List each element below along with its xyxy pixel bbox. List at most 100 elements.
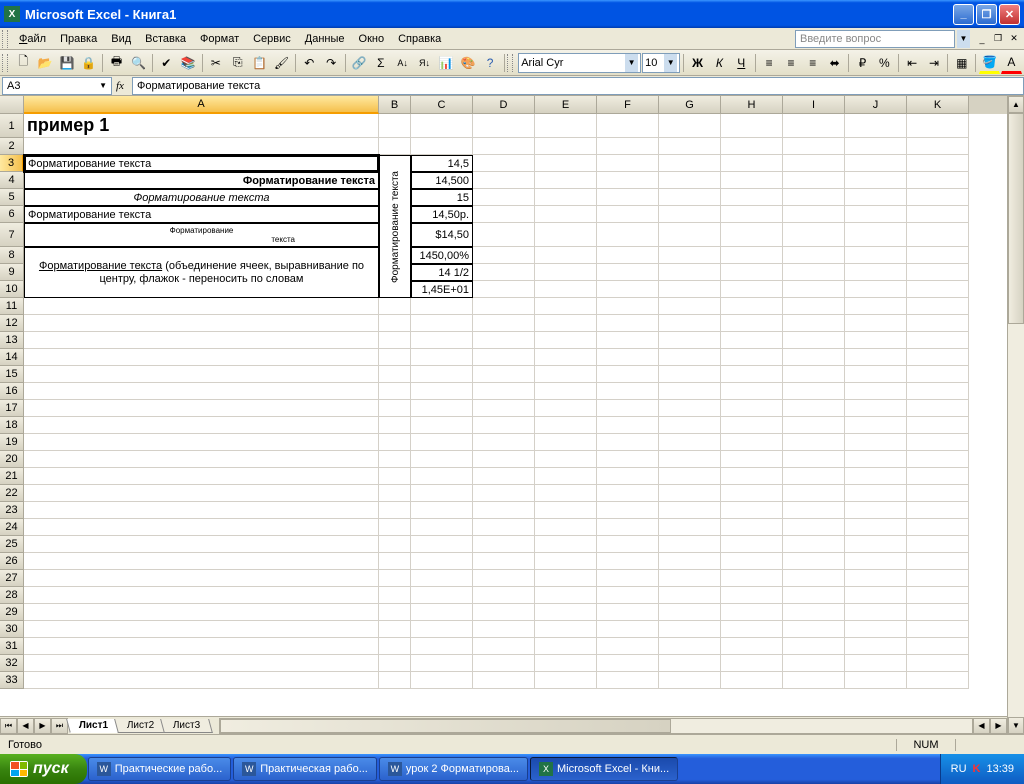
column-header-H[interactable]: H	[721, 96, 783, 114]
cell-G26[interactable]	[659, 553, 721, 570]
cell-H16[interactable]	[721, 383, 783, 400]
cell-F5[interactable]	[597, 189, 659, 206]
cell-E31[interactable]	[535, 638, 597, 655]
cell-F32[interactable]	[597, 655, 659, 672]
minimize-button[interactable]: _	[953, 4, 974, 25]
cell-H26[interactable]	[721, 553, 783, 570]
row-header-15[interactable]: 15	[0, 366, 24, 383]
row-header-2[interactable]: 2	[0, 138, 24, 155]
name-box[interactable]: A3▼	[2, 77, 112, 95]
cell-I25[interactable]	[783, 536, 845, 553]
cell-H22[interactable]	[721, 485, 783, 502]
scroll-up-button[interactable]: ▲	[1008, 96, 1024, 113]
row-header-13[interactable]: 13	[0, 332, 24, 349]
cell-F15[interactable]	[597, 366, 659, 383]
print-icon[interactable]: 🖶	[106, 52, 127, 74]
increase-indent-icon[interactable]: ⇥	[924, 52, 945, 74]
taskbar-item[interactable]: Wурок 2 Форматирова...	[379, 757, 528, 781]
cell-G18[interactable]	[659, 417, 721, 434]
cell-E33[interactable]	[535, 672, 597, 689]
cell-G5[interactable]	[659, 189, 721, 206]
cell-D19[interactable]	[473, 434, 535, 451]
cell-K31[interactable]	[907, 638, 969, 655]
cell-H10[interactable]	[721, 281, 783, 298]
cell-K5[interactable]	[907, 189, 969, 206]
cell-K8[interactable]	[907, 247, 969, 264]
scroll-left-button[interactable]: ◀	[973, 718, 990, 734]
cell-H12[interactable]	[721, 315, 783, 332]
cell-J25[interactable]	[845, 536, 907, 553]
autosum-icon[interactable]: Σ	[370, 52, 391, 74]
fx-icon[interactable]: fx	[112, 80, 132, 92]
cell-I13[interactable]	[783, 332, 845, 349]
cell-F1[interactable]	[597, 114, 659, 138]
cell-D7[interactable]	[473, 223, 535, 247]
align-right-icon[interactable]: ≡	[802, 52, 823, 74]
cell-A4[interactable]: Форматирование текста	[24, 172, 379, 189]
row-header-9[interactable]: 9	[0, 264, 24, 281]
align-left-icon[interactable]: ≡	[759, 52, 780, 74]
cell-D27[interactable]	[473, 570, 535, 587]
cell-J33[interactable]	[845, 672, 907, 689]
cell-J22[interactable]	[845, 485, 907, 502]
cell-D11[interactable]	[473, 298, 535, 315]
merge-center-icon[interactable]: ⬌	[824, 52, 845, 74]
cell-C7[interactable]: $14,50	[411, 223, 473, 247]
cell-E18[interactable]	[535, 417, 597, 434]
row-header-33[interactable]: 33	[0, 672, 24, 689]
cell-G10[interactable]	[659, 281, 721, 298]
cell-J1[interactable]	[845, 114, 907, 138]
cell-B11[interactable]	[379, 298, 411, 315]
cell-C1[interactable]	[411, 114, 473, 138]
cell-C19[interactable]	[411, 434, 473, 451]
cell-E22[interactable]	[535, 485, 597, 502]
row-header-30[interactable]: 30	[0, 621, 24, 638]
cell-F12[interactable]	[597, 315, 659, 332]
row-header-21[interactable]: 21	[0, 468, 24, 485]
cell-K33[interactable]	[907, 672, 969, 689]
cell-J13[interactable]	[845, 332, 907, 349]
taskbar-item[interactable]: WПрактические рабо...	[88, 757, 232, 781]
cell-D33[interactable]	[473, 672, 535, 689]
cell-I2[interactable]	[783, 138, 845, 155]
cell-A22[interactable]	[24, 485, 379, 502]
cell-I3[interactable]	[783, 155, 845, 172]
cell-B22[interactable]	[379, 485, 411, 502]
cell-C5[interactable]: 15	[411, 189, 473, 206]
cell-G24[interactable]	[659, 519, 721, 536]
cell-A14[interactable]	[24, 349, 379, 366]
cell-D23[interactable]	[473, 502, 535, 519]
cell-E2[interactable]	[535, 138, 597, 155]
cell-J26[interactable]	[845, 553, 907, 570]
cell-J4[interactable]	[845, 172, 907, 189]
cell-D21[interactable]	[473, 468, 535, 485]
cell-K22[interactable]	[907, 485, 969, 502]
cell-G14[interactable]	[659, 349, 721, 366]
toolbar-handle[interactable]	[507, 54, 513, 72]
cell-G27[interactable]	[659, 570, 721, 587]
menu-tools[interactable]: Сервис	[246, 31, 298, 47]
column-header-I[interactable]: I	[783, 96, 845, 114]
cell-E10[interactable]	[535, 281, 597, 298]
cell-I21[interactable]	[783, 468, 845, 485]
cell-G9[interactable]	[659, 264, 721, 281]
row-header-28[interactable]: 28	[0, 587, 24, 604]
hyperlink-icon[interactable]: 🔗	[348, 52, 369, 74]
row-header-4[interactable]: 4	[0, 172, 24, 189]
decrease-indent-icon[interactable]: ⇤	[902, 52, 923, 74]
cell-J18[interactable]	[845, 417, 907, 434]
cell-K7[interactable]	[907, 223, 969, 247]
cell-E26[interactable]	[535, 553, 597, 570]
cell-B29[interactable]	[379, 604, 411, 621]
cell-H1[interactable]	[721, 114, 783, 138]
row-header-23[interactable]: 23	[0, 502, 24, 519]
cell-B32[interactable]	[379, 655, 411, 672]
cell-K30[interactable]	[907, 621, 969, 638]
bold-icon[interactable]: Ж	[687, 52, 708, 74]
cell-H5[interactable]	[721, 189, 783, 206]
formula-input[interactable]: Форматирование текста	[132, 77, 1024, 95]
cell-F25[interactable]	[597, 536, 659, 553]
cell-D25[interactable]	[473, 536, 535, 553]
cell-E5[interactable]	[535, 189, 597, 206]
cell-A31[interactable]	[24, 638, 379, 655]
